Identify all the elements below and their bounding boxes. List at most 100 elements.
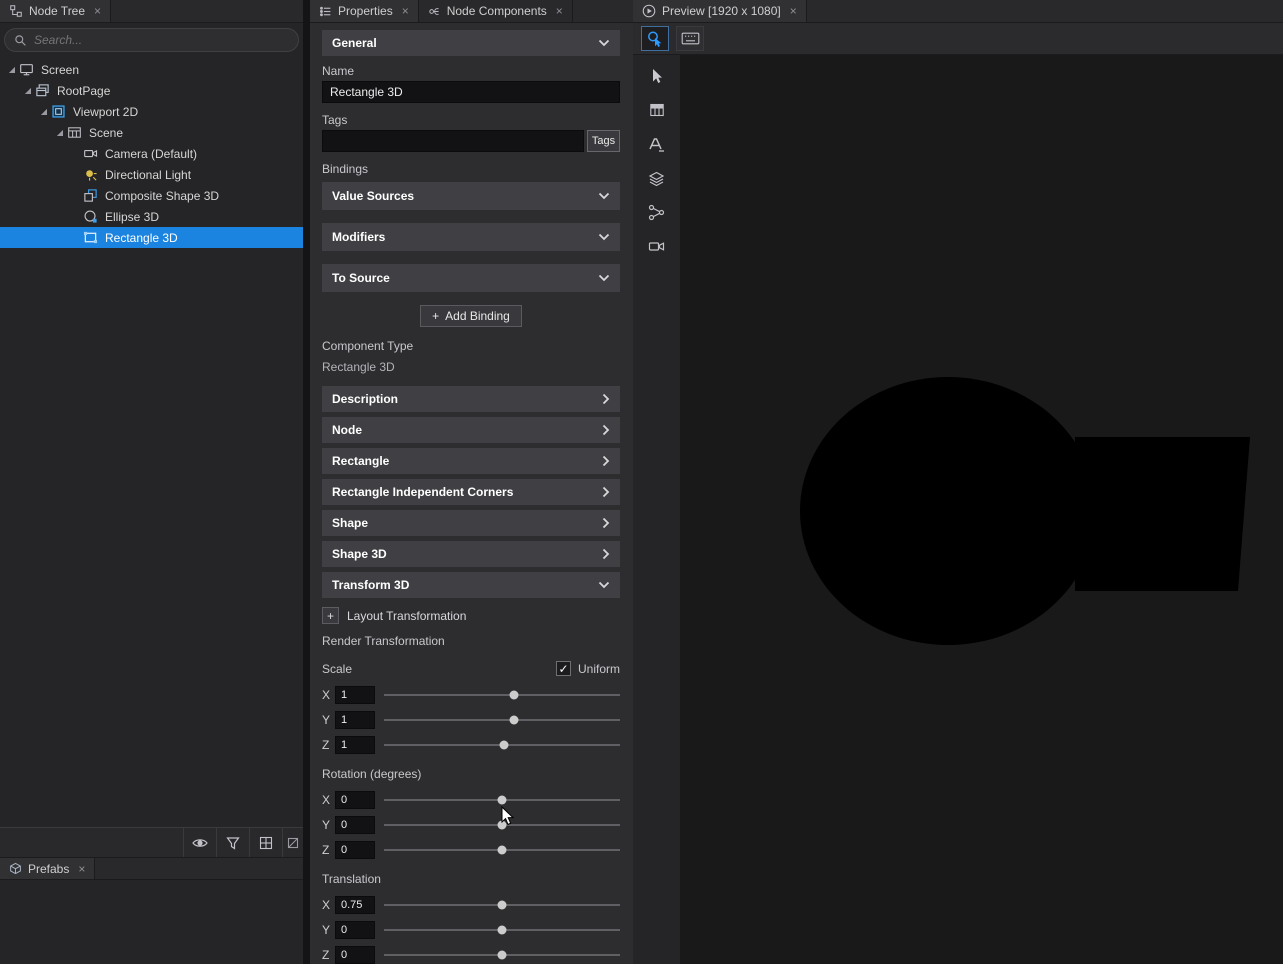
panel-splitter[interactable] xyxy=(303,0,310,964)
expand-arrow-icon[interactable]: ◢ xyxy=(21,86,35,95)
tab-node-components[interactable]: Node Components × xyxy=(419,0,573,22)
scale-z-slider[interactable] xyxy=(384,736,620,754)
section-general[interactable]: General xyxy=(322,30,620,56)
section-general-label: General xyxy=(332,36,377,50)
visibility-toggle-button[interactable] xyxy=(183,828,216,857)
properties-tabbar: Properties × Node Components × xyxy=(310,0,633,23)
search-box[interactable] xyxy=(4,28,299,52)
section-value-sources[interactable]: Value Sources xyxy=(322,182,620,210)
section-modifiers[interactable]: Modifiers xyxy=(322,223,620,251)
tree-item-camera[interactable]: Camera (Default) xyxy=(0,143,303,164)
slider-handle[interactable] xyxy=(498,901,507,910)
rotation-x-slider[interactable] xyxy=(384,791,620,809)
grid-overlay-button[interactable] xyxy=(644,99,670,121)
slider-handle[interactable] xyxy=(509,691,518,700)
play-icon xyxy=(642,4,656,18)
tags-button[interactable]: Tags xyxy=(587,130,620,152)
rotation-z-slider[interactable] xyxy=(384,841,620,859)
scale-y-slider[interactable] xyxy=(384,711,620,729)
section-shape[interactable]: Shape xyxy=(322,510,620,536)
eye-icon xyxy=(191,834,209,852)
translation-x-slider[interactable] xyxy=(384,896,620,914)
grid-view-button[interactable] xyxy=(249,828,282,857)
video-camera-icon xyxy=(648,238,665,255)
slider-handle[interactable] xyxy=(498,926,507,935)
component-type-label: Component Type xyxy=(322,339,620,353)
tree-item-ellipse-3d[interactable]: Ellipse 3D xyxy=(0,206,303,227)
expand-arrow-icon[interactable]: ◢ xyxy=(5,65,19,74)
rotation-z-input[interactable] xyxy=(335,841,375,859)
section-rectangle[interactable]: Rectangle xyxy=(322,448,620,474)
tab-node-tree[interactable]: Node Tree × xyxy=(0,0,111,22)
tree-item-directional-light[interactable]: Directional Light xyxy=(0,164,303,185)
axis-label: X xyxy=(322,688,335,702)
layers-button[interactable] xyxy=(644,167,670,189)
rotation-y-slider[interactable] xyxy=(384,816,620,834)
section-node[interactable]: Node xyxy=(322,417,620,443)
text-debug-button[interactable] xyxy=(644,133,670,155)
virtual-keyboard-button[interactable] xyxy=(676,26,704,51)
name-input[interactable] xyxy=(322,81,620,103)
search-icon xyxy=(14,34,27,47)
tab-preview[interactable]: Preview [1920 x 1080] × xyxy=(633,0,807,22)
translation-y-input[interactable] xyxy=(335,921,375,939)
add-binding-button[interactable]: + Add Binding xyxy=(420,305,522,327)
chevron-down-icon xyxy=(598,39,610,47)
translation-x-input[interactable] xyxy=(335,896,375,914)
rotation-y-input[interactable] xyxy=(335,816,375,834)
preview-canvas[interactable] xyxy=(680,55,1283,964)
filter-button[interactable] xyxy=(216,828,249,857)
search-input[interactable] xyxy=(34,33,289,47)
plus-icon[interactable]: + xyxy=(322,607,339,624)
close-icon[interactable]: × xyxy=(556,5,563,17)
close-icon[interactable]: × xyxy=(790,5,797,17)
slider-handle[interactable] xyxy=(500,741,509,750)
section-description[interactable]: Description xyxy=(322,386,620,412)
uniform-checkbox[interactable]: ✓ xyxy=(556,661,571,676)
scale-label: Scale xyxy=(322,662,352,676)
select-tool-button[interactable] xyxy=(644,65,670,87)
scale-x-input[interactable] xyxy=(335,686,375,704)
tree-item-viewport-2d[interactable]: ◢ Viewport 2D xyxy=(0,101,303,122)
expand-arrow-icon[interactable]: ◢ xyxy=(53,128,67,137)
scale-z-input[interactable] xyxy=(335,736,375,754)
grid-icon xyxy=(258,835,274,851)
slider-handle[interactable] xyxy=(498,846,507,855)
section-transform-3d[interactable]: Transform 3D xyxy=(322,572,620,598)
panel-options-button[interactable] xyxy=(282,828,303,857)
scale-x-slider[interactable] xyxy=(384,686,620,704)
tab-properties[interactable]: Properties × xyxy=(310,0,419,22)
close-icon[interactable]: × xyxy=(78,863,85,875)
layout-transformation-row[interactable]: + Layout Transformation xyxy=(322,607,620,624)
tags-input[interactable] xyxy=(322,130,584,152)
slider-handle[interactable] xyxy=(498,796,507,805)
interact-mode-button[interactable] xyxy=(641,26,669,51)
node-graph-button[interactable] xyxy=(644,201,670,223)
translation-y-slider[interactable] xyxy=(384,921,620,939)
tab-prefabs[interactable]: Prefabs × xyxy=(0,858,95,879)
rotation-x-row: X xyxy=(322,791,620,809)
section-rectangle-independent-corners[interactable]: Rectangle Independent Corners xyxy=(322,479,620,505)
translation-z-slider[interactable] xyxy=(384,946,620,964)
section-value-sources-label: Value Sources xyxy=(332,189,414,203)
translation-z-input[interactable] xyxy=(335,946,375,964)
tree-item-scene[interactable]: ◢ Scene xyxy=(0,122,303,143)
slider-handle[interactable] xyxy=(498,951,507,960)
uniform-checkbox-group[interactable]: ✓ Uniform xyxy=(556,661,620,676)
section-shape-3d[interactable]: Shape 3D xyxy=(322,541,620,567)
slider-handle[interactable] xyxy=(498,821,507,830)
scale-y-input[interactable] xyxy=(335,711,375,729)
axis-label: Y xyxy=(322,713,335,727)
slider-handle[interactable] xyxy=(509,716,518,725)
close-icon[interactable]: × xyxy=(94,5,101,17)
rotation-x-input[interactable] xyxy=(335,791,375,809)
prefab-icon xyxy=(9,862,22,875)
tree-item-composite-shape-3d[interactable]: Composite Shape 3D xyxy=(0,185,303,206)
tree-item-rootpage[interactable]: ◢ RootPage xyxy=(0,80,303,101)
expand-arrow-icon[interactable]: ◢ xyxy=(37,107,51,116)
tree-item-screen[interactable]: ◢ Screen xyxy=(0,59,303,80)
section-to-source[interactable]: To Source xyxy=(322,264,620,292)
tree-item-rectangle-3d[interactable]: Rectangle 3D xyxy=(0,227,303,248)
close-icon[interactable]: × xyxy=(402,5,409,17)
camera-view-button[interactable] xyxy=(644,235,670,257)
